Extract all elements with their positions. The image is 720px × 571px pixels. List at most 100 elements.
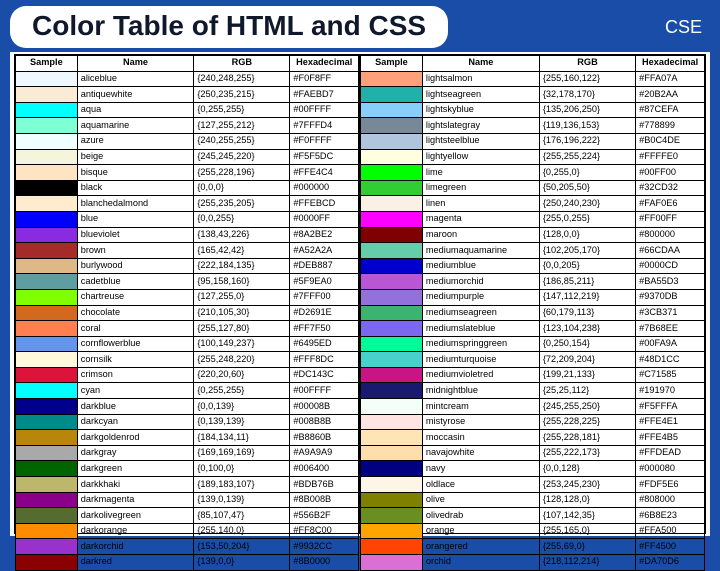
- table-row: lightsalmon{255,160,122}#FFA07A: [361, 71, 705, 87]
- color-swatch: [361, 555, 423, 571]
- table-row: orange{255,165,0}#FFA500: [361, 523, 705, 539]
- color-name: blueviolet: [77, 227, 194, 243]
- color-rgb: {147,112,219}: [539, 289, 635, 305]
- color-swatch: [361, 445, 423, 461]
- color-rgb: {0,0,205}: [539, 258, 635, 274]
- color-name: olive: [422, 492, 539, 508]
- color-hex: #FFE4C4: [290, 165, 359, 181]
- color-swatch: [16, 445, 78, 461]
- color-swatch: [361, 102, 423, 118]
- color-rgb: {218,112,214}: [539, 555, 635, 571]
- color-rgb: {255,228,181}: [539, 430, 635, 446]
- color-rgb: {85,107,47}: [194, 508, 290, 524]
- table-row: mediumaquamarine{102,205,170}#66CDAA: [361, 243, 705, 259]
- color-name: darkorange: [77, 523, 194, 539]
- color-hex: #FFDEAD: [636, 445, 705, 461]
- table-row: cadetblue{95,158,160}#5F9EA0: [16, 274, 359, 290]
- color-swatch: [16, 461, 78, 477]
- page-title: Color Table of HTML and CSS: [10, 6, 448, 48]
- color-swatch: [16, 71, 78, 87]
- color-hex: #FDF5E6: [636, 477, 705, 493]
- color-name: darkblue: [77, 399, 194, 415]
- table-row: aqua{0,255,255}#00FFFF: [16, 102, 359, 118]
- color-swatch: [16, 555, 78, 571]
- color-rgb: {255,160,122}: [539, 71, 635, 87]
- color-rgb: {72,209,204}: [539, 352, 635, 368]
- color-name: lightyellow: [422, 149, 539, 165]
- table-row: blue{0,0,255}#0000FF: [16, 211, 359, 227]
- color-rgb: {60,179,113}: [539, 305, 635, 321]
- color-rgb: {128,128,0}: [539, 492, 635, 508]
- table-row: oldlace{253,245,230}#FDF5E6: [361, 477, 705, 493]
- table-row: darkkhaki{189,183,107}#BDB76B: [16, 477, 359, 493]
- color-rgb: {220,20,60}: [194, 367, 290, 383]
- color-name: darkcyan: [77, 414, 194, 430]
- color-name: crimson: [77, 367, 194, 383]
- color-swatch: [361, 336, 423, 352]
- table-row: limegreen{50,205,50}#32CD32: [361, 180, 705, 196]
- color-hex: #FF00FF: [636, 211, 705, 227]
- color-hex: #D2691E: [290, 305, 359, 321]
- table-row: midnightblue{25,25,112}#191970: [361, 383, 705, 399]
- color-rgb: {128,0,0}: [539, 227, 635, 243]
- color-rgb: {0,100,0}: [194, 461, 290, 477]
- col-name: Name: [422, 56, 539, 72]
- color-name: blanchedalmond: [77, 196, 194, 212]
- color-hex: #0000CD: [636, 258, 705, 274]
- color-name: navy: [422, 461, 539, 477]
- col-name: Name: [77, 56, 194, 72]
- color-hex: #FAF0E6: [636, 196, 705, 212]
- color-swatch: [16, 289, 78, 305]
- color-hex: #FFEBCD: [290, 196, 359, 212]
- color-name: aquamarine: [77, 118, 194, 134]
- color-hex: #3CB371: [636, 305, 705, 321]
- color-name: limegreen: [422, 180, 539, 196]
- table-row: darkgoldenrod{184,134,11}#B8860B: [16, 430, 359, 446]
- color-swatch: [361, 180, 423, 196]
- color-rgb: {255,222,173}: [539, 445, 635, 461]
- color-name: orchid: [422, 555, 539, 571]
- color-name: lightslategray: [422, 118, 539, 134]
- color-name: mediumpurple: [422, 289, 539, 305]
- color-swatch: [361, 118, 423, 134]
- color-name: burlywood: [77, 258, 194, 274]
- color-hex: #F0FFFF: [290, 133, 359, 149]
- color-rgb: {169,169,169}: [194, 445, 290, 461]
- table-row: magenta{255,0,255}#FF00FF: [361, 211, 705, 227]
- color-hex: #000080: [636, 461, 705, 477]
- color-swatch: [16, 305, 78, 321]
- color-swatch: [16, 87, 78, 103]
- table-row: mediumblue{0,0,205}#0000CD: [361, 258, 705, 274]
- table-row: lightslategray{119,136,153}#778899: [361, 118, 705, 134]
- color-swatch: [361, 352, 423, 368]
- color-hex: #00008B: [290, 399, 359, 415]
- color-name: orangered: [422, 539, 539, 555]
- color-swatch: [16, 227, 78, 243]
- table-row: orangered{255,69,0}#FF4500: [361, 539, 705, 555]
- color-rgb: {107,142,35}: [539, 508, 635, 524]
- color-swatch: [361, 165, 423, 181]
- color-swatch: [16, 321, 78, 337]
- color-hex: #B8860B: [290, 430, 359, 446]
- color-rgb: {100,149,237}: [194, 336, 290, 352]
- color-hex: #7B68EE: [636, 321, 705, 337]
- table-row: lime{0,255,0}#00FF00: [361, 165, 705, 181]
- color-name: aliceblue: [77, 71, 194, 87]
- col-rgb: RGB: [539, 56, 635, 72]
- color-name: darkolivegreen: [77, 508, 194, 524]
- color-rgb: {255,235,205}: [194, 196, 290, 212]
- color-hex: #BA55D3: [636, 274, 705, 290]
- color-rgb: {127,255,212}: [194, 118, 290, 134]
- table-row: darkorange{255,140,0}#FF8C00: [16, 523, 359, 539]
- table-row: chartreuse{127,255,0}#7FFF00: [16, 289, 359, 305]
- color-hex: #9370DB: [636, 289, 705, 305]
- color-swatch: [16, 492, 78, 508]
- color-name: mediumorchid: [422, 274, 539, 290]
- color-name: moccasin: [422, 430, 539, 446]
- table-row: chocolate{210,105,30}#D2691E: [16, 305, 359, 321]
- color-swatch: [16, 414, 78, 430]
- color-rgb: {184,134,11}: [194, 430, 290, 446]
- color-swatch: [16, 508, 78, 524]
- color-rgb: {0,0,255}: [194, 211, 290, 227]
- table-row: beige{245,245,220}#F5F5DC: [16, 149, 359, 165]
